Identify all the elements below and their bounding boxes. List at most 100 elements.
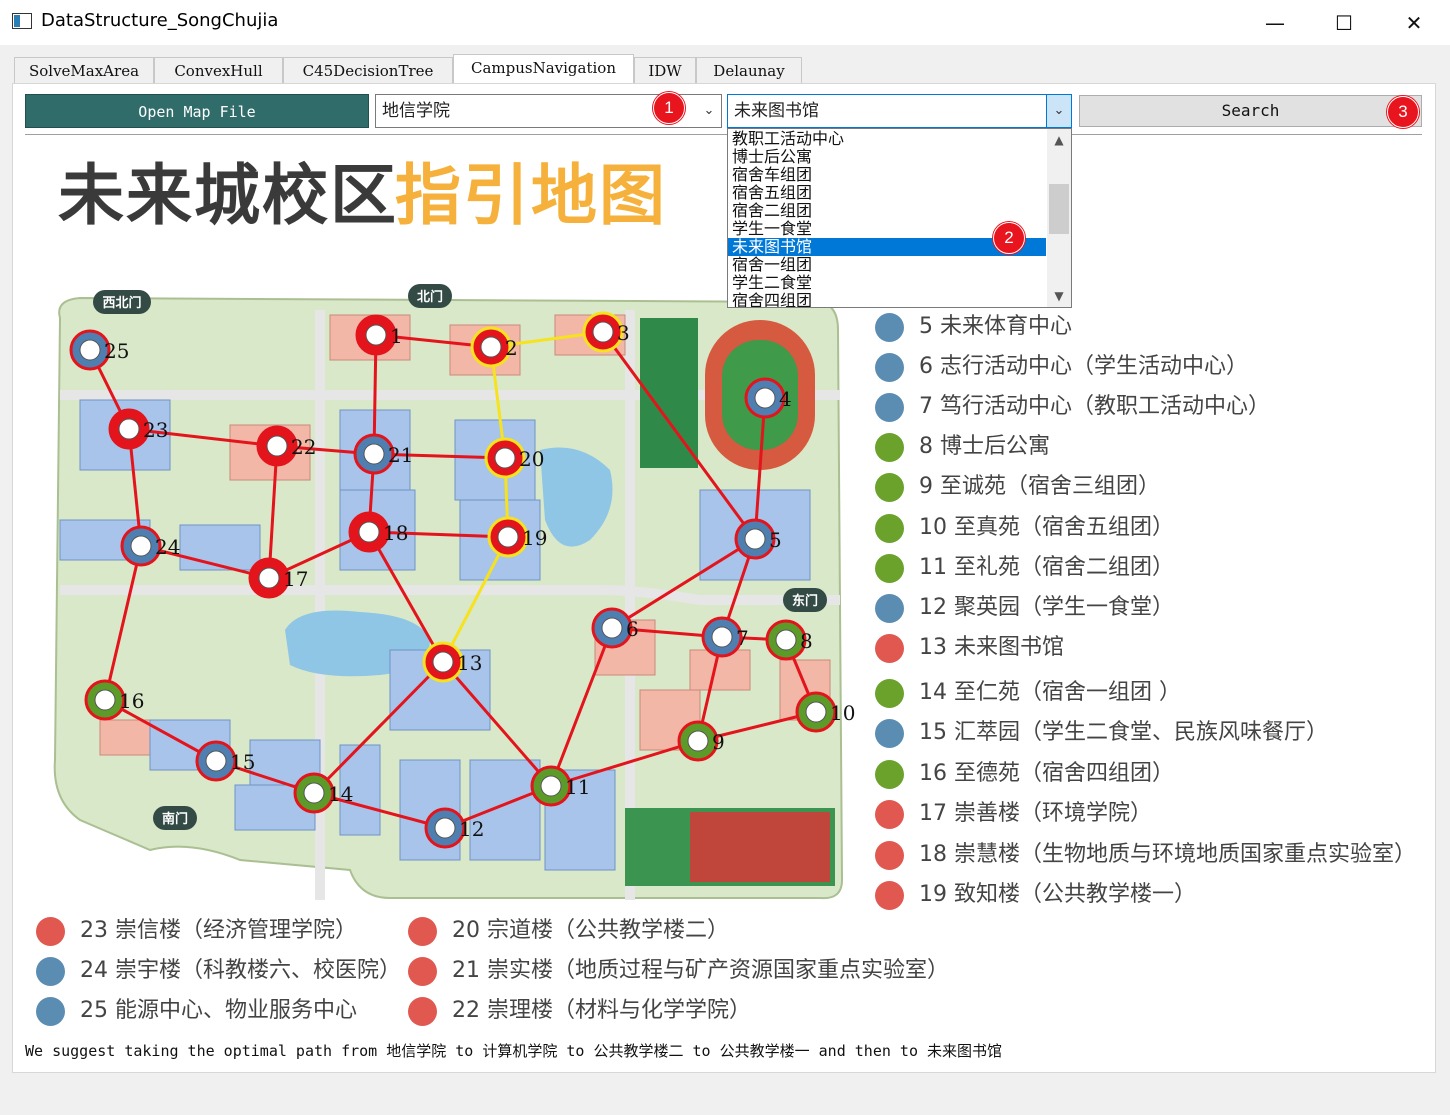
node-label: 5: [769, 528, 782, 552]
node-label: 11: [565, 775, 590, 799]
annotation-badge: 2: [993, 222, 1025, 254]
map-title-dark: 未来城校区: [58, 157, 398, 234]
node-label: 24: [155, 535, 180, 559]
legend-label: 10 至真苑（宿舍五组团）: [919, 515, 1174, 540]
legend-dot-icon: [875, 679, 904, 708]
node-label: 3: [617, 321, 630, 345]
node-dot: [94, 689, 116, 711]
node-dot: [205, 750, 227, 772]
dropdown-option[interactable]: 宿舍五组团: [728, 184, 1046, 202]
legend-dot-icon: [875, 800, 904, 829]
node-dot: [363, 443, 385, 465]
legend-dot-icon: [875, 881, 904, 910]
node-dot: [687, 730, 709, 752]
legend-dot-icon: [408, 997, 437, 1026]
legend-label: 20 宗道楼（公共教学楼二）: [452, 918, 729, 943]
node-label: 18: [383, 521, 408, 545]
legend-label: 21 崇实楼（地质过程与矿产资源国家重点实验室）: [452, 958, 949, 983]
node-label: 25: [104, 339, 129, 363]
legend-dot-icon: [875, 353, 904, 382]
node-dot: [130, 535, 152, 557]
legend-label: 13 未来图书馆: [919, 635, 1064, 660]
node-dot: [79, 339, 101, 361]
node-label: 10: [830, 701, 855, 725]
node-dot: [540, 775, 562, 797]
node-label: 22: [291, 435, 316, 459]
legend-label: 5 未来体育中心: [919, 314, 1072, 339]
legend-dot-icon: [875, 719, 904, 748]
node-dot: [601, 617, 623, 639]
node-dot: [258, 567, 280, 589]
node-dot: [118, 418, 140, 440]
node-label: 15: [230, 750, 255, 774]
annotation-badge: 3: [1387, 96, 1419, 128]
dropdown-option[interactable]: 博士后公寓: [728, 148, 1046, 166]
node-label: 4: [779, 387, 792, 411]
node-label: 16: [119, 689, 144, 713]
legend-label: 9 至诚苑（宿舍三组团）: [919, 474, 1160, 499]
dropdown-option[interactable]: 宿舍车组团: [728, 166, 1046, 184]
scroll-up-icon[interactable]: ▲: [1047, 129, 1071, 151]
legend-dot-icon: [408, 917, 437, 946]
map-title-accent: 指引地图: [395, 157, 667, 234]
legend-dot-icon: [875, 634, 904, 663]
legend-dot-icon: [875, 433, 904, 462]
gate-label: 南门: [162, 811, 188, 827]
legend-dot-icon: [875, 473, 904, 502]
dropdown-scrollbar[interactable]: ▲ ▼: [1047, 129, 1071, 307]
map-node-10[interactable]: 10: [795, 691, 855, 733]
node-label: 19: [522, 526, 547, 550]
annotation-badge: 1: [653, 92, 685, 124]
node-dot: [266, 435, 288, 457]
legend-dot-icon: [875, 554, 904, 583]
dropdown-option[interactable]: 学生二食堂: [728, 274, 1046, 292]
legend-label: 19 致知楼（公共教学楼一）: [919, 882, 1196, 907]
node-label: 23: [143, 418, 168, 442]
legend-label: 12 聚英园（学生一食堂）: [919, 595, 1174, 620]
node-dot: [365, 324, 387, 346]
node-label: 13: [457, 651, 482, 675]
gate-label: 西北门: [102, 295, 141, 311]
legend-dot-icon: [408, 957, 437, 986]
dropdown-option[interactable]: 宿舍二组团: [728, 202, 1046, 220]
dropdown-option[interactable]: 教职工活动中心: [728, 130, 1046, 148]
scroll-thumb[interactable]: [1049, 184, 1069, 234]
legend-label: 8 博士后公寓: [919, 434, 1050, 459]
legend-dot-icon: [875, 594, 904, 623]
node-label: 8: [800, 629, 813, 653]
legend-label: 11 至礼苑（宿舍二组团）: [919, 555, 1174, 580]
node-label: 2: [505, 336, 518, 360]
node-dot: [358, 521, 380, 543]
legend-dot-icon: [875, 514, 904, 543]
node-dot: [805, 701, 827, 723]
legend-dot-icon: [875, 313, 904, 342]
gate-label: 东门: [792, 593, 818, 609]
legend-dot-icon: [36, 917, 65, 946]
legend-dot-icon: [875, 841, 904, 870]
gate-label: 北门: [417, 289, 443, 305]
dropdown-option[interactable]: 宿舍一组团: [728, 256, 1046, 274]
legend-label: 22 崇理楼（材料与化学学院）: [452, 998, 751, 1023]
legend-label: 6 志行活动中心（学生活动中心）: [919, 354, 1248, 379]
node-dot: [432, 651, 454, 673]
node-dot: [754, 387, 776, 409]
node-label: 6: [626, 617, 639, 641]
dropdown-option[interactable]: 宿舍四组团: [728, 292, 1046, 307]
legend-dot-icon: [36, 997, 65, 1026]
legend-label: 23 崇信楼（经济管理学院）: [80, 918, 357, 943]
node-label: 1: [390, 324, 403, 348]
node-label: 20: [519, 447, 544, 471]
node-dot: [775, 629, 797, 651]
legend-label: 24 崇宇楼（科教楼六、校医院）: [80, 958, 401, 983]
node-dot: [303, 782, 325, 804]
legend-label: 18 崇慧楼（生物地质与环境地质国家重点实验室）: [919, 842, 1416, 867]
legend-dot-icon: [875, 760, 904, 789]
node-dot: [744, 528, 766, 550]
node-label: 7: [736, 626, 749, 650]
scroll-down-icon[interactable]: ▼: [1047, 285, 1071, 307]
status-message: We suggest taking the optimal path from …: [25, 1042, 1003, 1060]
node-dot: [592, 321, 614, 343]
legend-dot-icon: [875, 393, 904, 422]
end-location-dropdown-list[interactable]: 教职工活动中心 博士后公寓 宿舍车组团 宿舍五组团 宿舍二组团 学生一食堂 未来图书馆 宿舍一…: [727, 128, 1072, 308]
node-label: 21: [388, 443, 413, 467]
